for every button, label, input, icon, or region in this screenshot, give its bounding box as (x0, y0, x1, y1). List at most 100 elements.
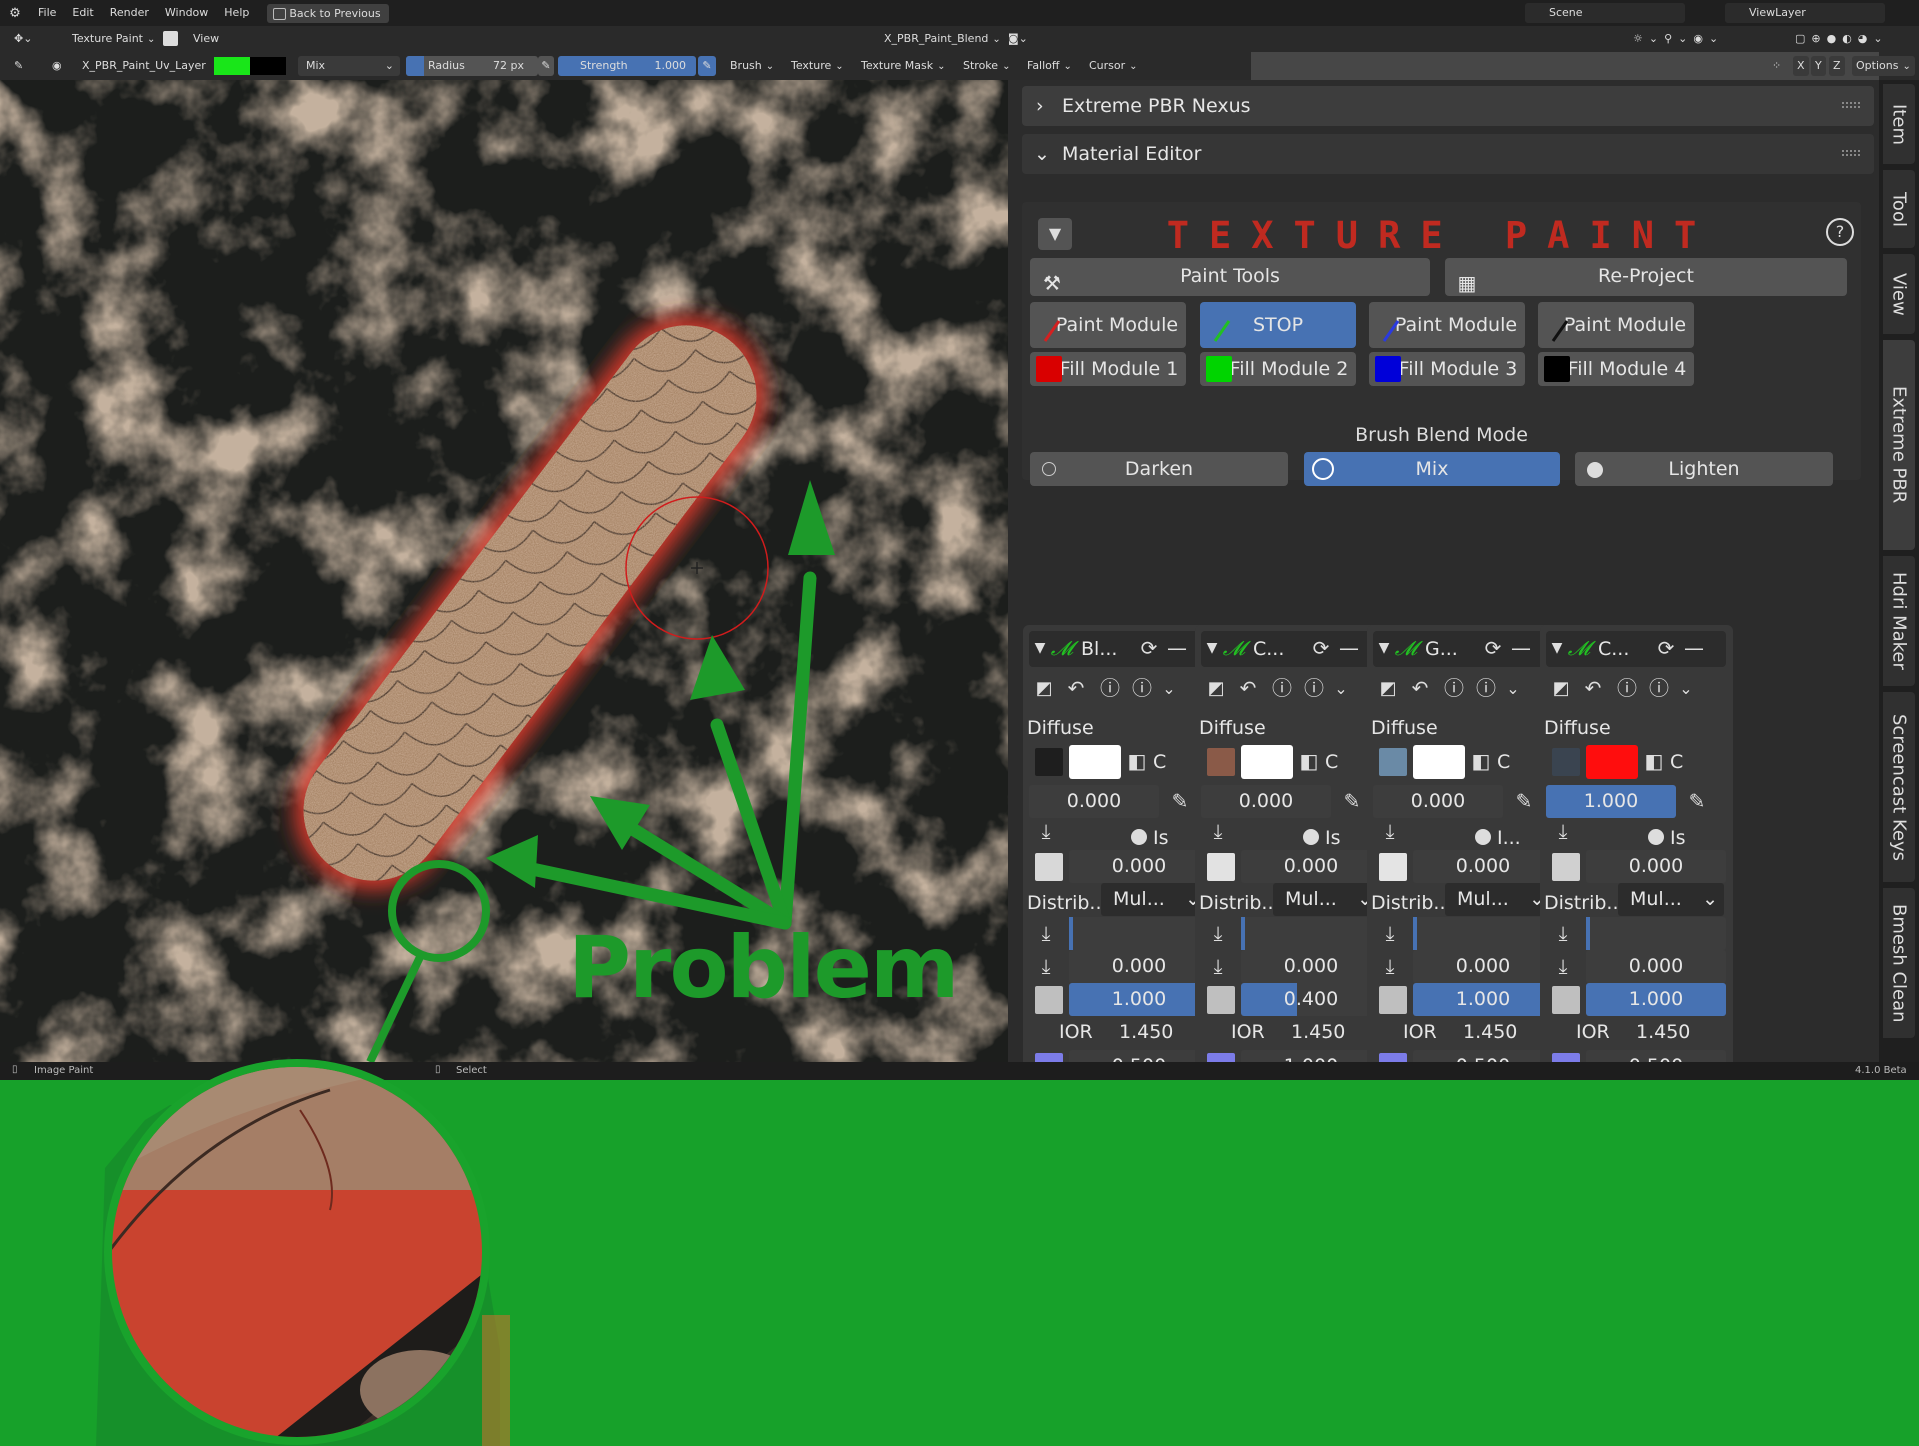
is-toggle-label[interactable]: Is (1153, 827, 1169, 849)
download-icon[interactable]: ⤓ (1375, 815, 1405, 848)
slider-field[interactable] (1413, 917, 1553, 950)
help-icon[interactable]: ⓘ (1612, 672, 1642, 705)
download-icon[interactable]: ⤓ (1203, 815, 1233, 848)
diffuse-color-swatch[interactable] (1586, 745, 1638, 779)
ior-value[interactable]: 1.450 (1119, 1021, 1173, 1043)
scene-selector[interactable]: Scene (1525, 3, 1685, 23)
chevron-down-icon[interactable]: ⌄ (1329, 672, 1353, 705)
stop-button[interactable]: STOP (1200, 302, 1356, 348)
falloff-menu[interactable]: Falloff (1027, 56, 1072, 76)
fill-module-1-button[interactable]: Fill Module 1 (1030, 352, 1186, 386)
refresh-icon[interactable]: ⟳ (1307, 632, 1335, 665)
value-3-field[interactable]: 1.000 (1241, 1050, 1381, 1062)
distribution-dropdown[interactable]: Mul... ⌄ (1445, 883, 1551, 916)
menu-window[interactable]: Window (157, 0, 216, 26)
roughness-field[interactable]: 0.000 (1241, 850, 1381, 883)
brush-preview-icon[interactable]: ◉ (52, 56, 62, 76)
roughness-field[interactable]: 0.000 (1413, 850, 1553, 883)
nexus-panel-header[interactable]: › Extreme PBR Nexus (1022, 86, 1874, 126)
download-icon[interactable]: ⤓ (1548, 950, 1578, 983)
value-1-field[interactable]: 0.000 (1069, 950, 1209, 983)
tab-item[interactable]: Item (1883, 84, 1915, 164)
drag-grip-icon[interactable] (1842, 102, 1860, 108)
viewport-shading-icon[interactable]: ◙⌄ (1008, 29, 1028, 49)
distribution-dropdown[interactable]: Mul... ⌄ (1618, 883, 1724, 916)
brush-menu[interactable]: Brush (730, 56, 774, 76)
help-icon-2[interactable]: ⓘ (1644, 672, 1674, 705)
radio-filled-icon[interactable] (1303, 829, 1319, 845)
roughness-texture-thumb[interactable] (1207, 853, 1235, 881)
view-menu[interactable]: View (193, 29, 219, 49)
ior-value[interactable]: 1.450 (1291, 1021, 1345, 1043)
image-icon[interactable]: ◩ (1029, 672, 1059, 705)
blender-logo-icon[interactable]: ⚙ (0, 6, 30, 21)
gizmo-icons[interactable]: ☼⌄⚲⌄◉⌄ (1633, 29, 1724, 49)
value-2-field[interactable]: 1.000 (1413, 983, 1553, 1016)
value-2-field[interactable]: 1.000 (1069, 983, 1209, 1016)
undo-icon[interactable]: ↶ (1578, 672, 1608, 705)
collapse-triangle-icon[interactable]: ▼ (1031, 632, 1049, 665)
tab-hdri-maker[interactable]: Hdri Maker (1883, 556, 1915, 686)
axis-z-toggle[interactable]: Z (1829, 56, 1845, 76)
minus-icon[interactable]: — (1682, 632, 1706, 665)
material-name[interactable]: Bl... (1081, 638, 1117, 660)
paint-module-1-button[interactable]: Paint Module 1 (1030, 302, 1186, 382)
normal-texture-thumb[interactable] (1207, 1053, 1235, 1062)
roughness-field[interactable]: 0.000 (1069, 850, 1209, 883)
radio-filled-icon[interactable] (1475, 829, 1491, 845)
material-name[interactable]: C... (1598, 638, 1629, 660)
diffuse-texture-thumb[interactable] (1207, 748, 1235, 776)
material-name[interactable]: C... (1253, 638, 1284, 660)
help-icon-2[interactable]: ⓘ (1471, 672, 1501, 705)
ior-value[interactable]: 1.450 (1636, 1021, 1690, 1043)
collapse-triangle-icon[interactable]: ▼ (1548, 632, 1566, 665)
radio-filled-icon[interactable] (1648, 829, 1664, 845)
color-picker-icon[interactable]: ◧ (1123, 745, 1151, 778)
radius-pressure-icon[interactable]: ✎ (538, 56, 554, 76)
value-2-field[interactable]: 0.400 (1241, 983, 1381, 1016)
editor-type-icon[interactable]: ✥⌄ (14, 29, 32, 49)
tab-extreme-pbr[interactable]: Extreme PBR (1883, 340, 1915, 550)
radius-field[interactable]: Radius 72 px (406, 56, 538, 76)
download-icon[interactable]: ⤓ (1375, 917, 1405, 950)
image-icon[interactable]: ◩ (1373, 672, 1403, 705)
secondary-color-swatch[interactable] (250, 57, 286, 75)
undo-icon[interactable]: ↶ (1405, 672, 1435, 705)
color-picker-icon[interactable]: ◧ (1295, 745, 1323, 778)
diffuse-texture-thumb[interactable] (1035, 748, 1063, 776)
undo-icon[interactable]: ↶ (1233, 672, 1263, 705)
download-icon[interactable]: ⤓ (1203, 950, 1233, 983)
eyedropper-icon[interactable]: ✎ (1163, 785, 1197, 818)
mode-selector[interactable]: Texture Paint (52, 29, 155, 49)
mix-button[interactable]: Mix (1304, 452, 1560, 486)
axis-x-toggle[interactable]: X (1793, 56, 1809, 76)
drag-grip-icon-2[interactable] (1842, 150, 1860, 156)
image-icon[interactable]: ◩ (1201, 672, 1231, 705)
roughness-texture-thumb[interactable] (1035, 853, 1063, 881)
slider-field[interactable] (1586, 917, 1726, 950)
brush-icon[interactable]: ✎ (14, 56, 23, 76)
texture-menu[interactable]: Texture (791, 56, 844, 76)
paint-tools-button[interactable]: ⚒ Paint Tools (1030, 258, 1430, 296)
radio-filled-icon[interactable] (1131, 829, 1147, 845)
color-toggle-label[interactable]: C (1497, 751, 1510, 773)
minus-icon[interactable]: — (1509, 632, 1533, 665)
image-selector[interactable]: X_PBR_Paint_Blend (866, 29, 1001, 49)
blend-dropdown[interactable]: Mix ⌄ (298, 56, 400, 76)
eyedropper-icon[interactable]: ✎ (1335, 785, 1369, 818)
fill-module-4-button[interactable]: Fill Module 4 (1538, 352, 1694, 386)
lighten-button[interactable]: Lighten (1575, 452, 1833, 486)
value-2-field[interactable]: 1.000 (1586, 983, 1726, 1016)
back-to-previous-button[interactable]: Back to Previous (267, 3, 389, 23)
tab-view[interactable]: View (1883, 254, 1915, 334)
color-picker-icon[interactable]: ◧ (1640, 745, 1668, 778)
value-1-field[interactable]: 0.000 (1241, 950, 1381, 983)
paint-module-3-button[interactable]: Paint Module 3 (1369, 302, 1525, 382)
help-icon-2[interactable]: ⓘ (1299, 672, 1329, 705)
eyedropper-icon[interactable]: ✎ (1680, 785, 1714, 818)
mirror-icon[interactable]: ⁘ (1772, 56, 1781, 76)
is-toggle-label[interactable]: Is (1670, 827, 1686, 849)
diffuse-texture-thumb[interactable] (1552, 748, 1580, 776)
help-icon[interactable]: ⓘ (1439, 672, 1469, 705)
roughness-texture-thumb[interactable] (1552, 853, 1580, 881)
